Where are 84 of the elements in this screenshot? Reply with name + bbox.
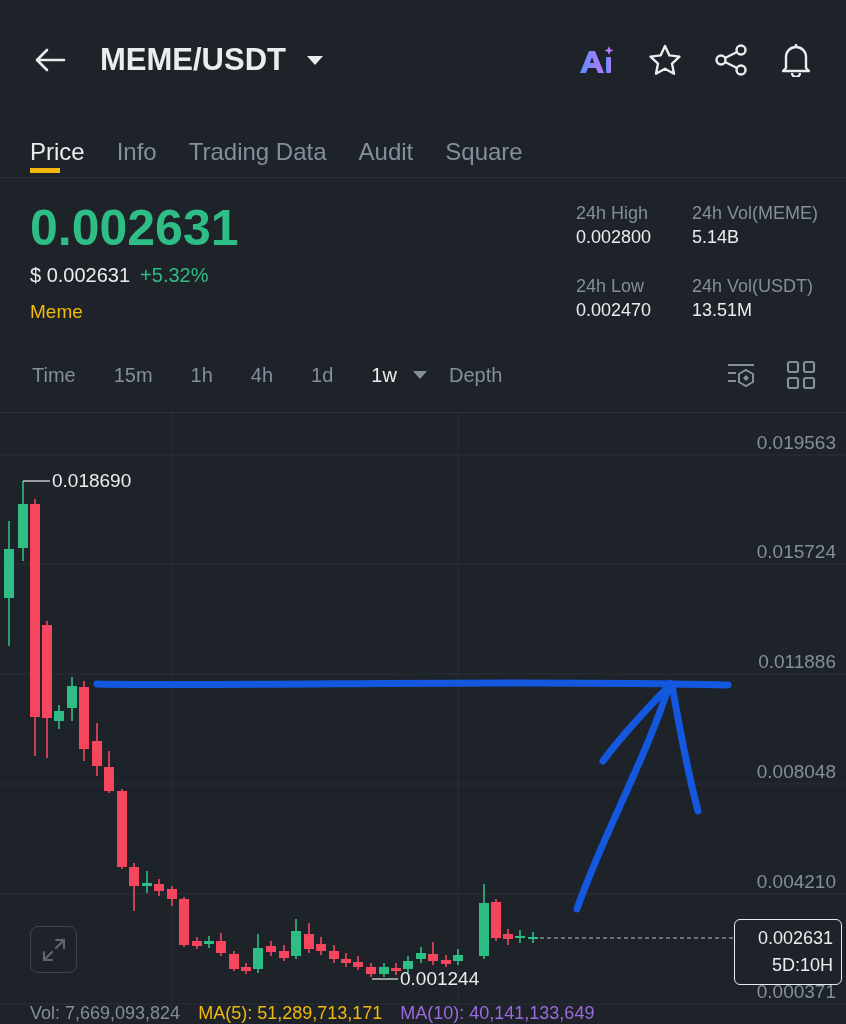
candlestick <box>67 676 77 722</box>
price-axis-label: 0.015724 <box>756 541 836 563</box>
candlestick <box>167 885 177 907</box>
usd-price: $ 0.002631 <box>30 264 131 287</box>
candlestick <box>441 954 451 968</box>
stat-value: 0.002470 <box>575 299 653 321</box>
candlestick <box>316 936 326 956</box>
price-change: +5.32% <box>140 264 209 287</box>
candlestick <box>353 955 363 971</box>
fullscreen-button[interactable] <box>30 926 77 973</box>
expand-icon[interactable] <box>40 936 67 963</box>
indicator-value: MA(5): 51,289,713,171 <box>198 1003 383 1024</box>
candlestick <box>279 944 289 962</box>
pair-title[interactable]: MEME/USDT <box>100 42 286 78</box>
price-axis-label: 0.019563 <box>756 432 836 454</box>
candlestick <box>204 935 214 949</box>
current-price: 0.002631 <box>757 928 833 949</box>
stat-label: 24h Vol(MEME) <box>691 203 818 224</box>
star-icon[interactable] <box>648 44 682 76</box>
category-tag[interactable]: Meme <box>30 301 83 323</box>
candlestick <box>491 898 501 942</box>
stat-label: 24h Low <box>575 275 645 297</box>
interval-tab[interactable]: 1d <box>311 363 334 387</box>
candlestick <box>253 933 263 974</box>
candlestick <box>341 952 351 968</box>
candlestick <box>304 922 314 954</box>
indicator-value: Vol: 7,669,093,824 <box>30 1003 181 1024</box>
interval-tab[interactable]: 1w <box>371 363 397 387</box>
caret-icon[interactable] <box>306 54 324 66</box>
candlestick <box>154 878 164 897</box>
candlestick <box>379 962 389 978</box>
interval-tab[interactable]: 4h <box>250 363 274 387</box>
layout-grid-icon[interactable] <box>786 360 816 390</box>
price-axis-label: 0.004210 <box>756 871 836 893</box>
candlestick <box>391 962 401 976</box>
candlestick <box>428 941 438 966</box>
candlestick <box>192 936 202 950</box>
indicator-settings-icon[interactable] <box>726 361 756 389</box>
stat-value: 5.14B <box>691 227 740 248</box>
share-icon[interactable] <box>714 44 748 76</box>
stat-value: 0.002800 <box>575 227 653 248</box>
candlestick <box>528 931 538 944</box>
candlestick <box>266 940 276 957</box>
tab[interactable]: Audit <box>358 120 414 176</box>
candlestick <box>54 704 64 730</box>
tab[interactable]: Square <box>445 120 523 176</box>
stat-label: 24h Vol(USDT) <box>691 275 814 297</box>
interval-tab[interactable]: 1h <box>190 363 213 387</box>
candlestick <box>142 870 152 894</box>
back-arrow-icon[interactable] <box>34 48 66 72</box>
bell-icon[interactable] <box>780 43 812 77</box>
price-axis-label: 0.000371 <box>756 981 836 1003</box>
candlestick <box>241 962 251 975</box>
stat-value: 13.51M <box>691 299 753 321</box>
candlestick <box>403 955 413 974</box>
indicator-value: MA(10): 40,141,133,649 <box>400 1003 595 1024</box>
leader-line <box>371 978 399 980</box>
interval-tab[interactable]: 15m <box>113 363 153 387</box>
candlestick <box>179 896 189 948</box>
candlestick <box>515 929 525 944</box>
candlestick <box>416 946 426 964</box>
interval-tab[interactable]: Time <box>32 363 76 387</box>
stat-label: 24h High <box>575 203 649 224</box>
interval-tab[interactable]: Depth <box>448 363 503 387</box>
candlestick <box>453 948 463 966</box>
ai-assistant-icon[interactable] <box>578 45 616 75</box>
high-price-label: 0.018690 <box>52 470 132 492</box>
candlestick <box>216 932 226 957</box>
low-price-label: 0.001244 <box>400 968 480 990</box>
candle-countdown: 5D:10H <box>771 955 833 976</box>
candlestick <box>366 962 376 978</box>
tab[interactable]: Info <box>116 120 157 176</box>
candlestick <box>291 918 301 960</box>
leader-line <box>22 480 51 482</box>
candlestick <box>503 928 513 946</box>
candlestick <box>104 750 114 794</box>
tab[interactable]: Trading Data <box>188 120 327 176</box>
candlestick <box>229 950 239 972</box>
price-axis-label: 0.008048 <box>756 761 836 783</box>
last-price: 0.002631 <box>30 200 239 256</box>
candlestick <box>129 862 139 912</box>
candlestick <box>329 944 339 964</box>
candlestick <box>92 722 102 777</box>
price-axis-label: 0.011886 <box>758 651 836 673</box>
